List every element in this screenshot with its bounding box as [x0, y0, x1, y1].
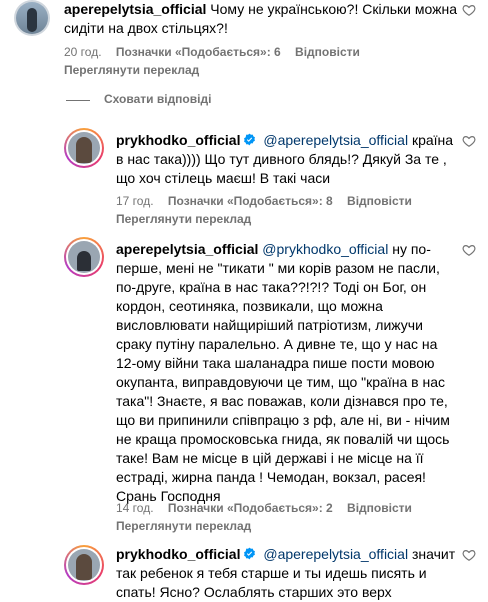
comment-username[interactable]: prykhodko_official [116, 132, 240, 148]
comment-body: ну по-перше, мені не "тикати " ми корів … [116, 241, 450, 504]
comment-username[interactable]: prykhodko_official [116, 546, 240, 562]
reply-button[interactable]: Відповісти [347, 501, 412, 515]
comment-mention[interactable]: @prykhodko_official [262, 241, 388, 257]
like-heart-icon[interactable] [462, 548, 476, 562]
comment-time[interactable]: 17 год. [116, 194, 154, 208]
comment-meta: 14 год. Позначки «Подобається»: 2 Відпов… [116, 500, 423, 516]
see-translation-button[interactable]: Переглянути переклад [116, 518, 251, 534]
comment-meta: 20 год. Позначки «Подобається»: 6 Відпов… [64, 44, 371, 60]
verified-badge-icon [244, 133, 256, 146]
reply-button[interactable]: Відповісти [295, 45, 360, 59]
see-translation-button[interactable]: Переглянути переклад [64, 62, 199, 78]
likes-count[interactable]: Позначки «Подобається»: 6 [116, 45, 281, 59]
avatar[interactable] [64, 237, 104, 277]
comment-mention[interactable]: @aperepelytsia_official [263, 546, 408, 562]
avatar[interactable] [14, 0, 50, 36]
comment-text: aperepelytsia_official Чому не українськ… [64, 0, 464, 38]
comment-time[interactable]: 20 год. [64, 45, 102, 59]
comment-time[interactable]: 14 год. [116, 501, 154, 515]
see-translation-button[interactable]: Переглянути переклад [116, 211, 251, 227]
comment-text: prykhodko_official @aperepelytsia_offici… [116, 131, 456, 188]
likes-count[interactable]: Позначки «Подобається»: 8 [168, 194, 333, 208]
comment-username[interactable]: aperepelytsia_official [64, 1, 206, 17]
comment-mention[interactable]: @aperepelytsia_official [263, 132, 408, 148]
divider [66, 100, 90, 101]
verified-badge-icon [244, 547, 256, 560]
comment-text: aperepelytsia_official @prykhodko_offici… [116, 240, 456, 506]
like-heart-icon[interactable] [462, 3, 476, 17]
comment-meta: 17 год. Позначки «Подобається»: 8 Відпов… [116, 193, 423, 209]
like-heart-icon[interactable] [462, 243, 476, 257]
avatar[interactable] [64, 545, 104, 585]
hide-replies-button[interactable]: Сховати відповіді [104, 92, 211, 106]
comment-username[interactable]: aperepelytsia_official [116, 241, 258, 257]
reply-button[interactable]: Відповісти [347, 194, 412, 208]
like-heart-icon[interactable] [462, 134, 476, 148]
likes-count[interactable]: Позначки «Подобається»: 2 [168, 501, 333, 515]
comment-text: prykhodko_official @aperepelytsia_offici… [116, 545, 456, 602]
avatar[interactable] [64, 128, 104, 168]
